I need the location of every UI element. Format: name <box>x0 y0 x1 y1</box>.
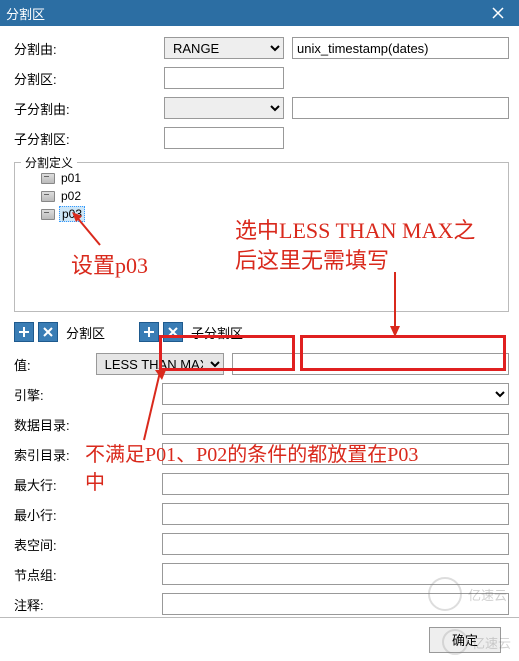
partition-zone-input[interactable] <box>164 67 284 89</box>
partition-tree[interactable]: p01 p02 p03 <box>17 165 506 227</box>
watermark-logo-icon <box>442 629 468 655</box>
close-icon <box>492 7 504 19</box>
value-extra-input[interactable] <box>232 353 509 375</box>
add-partition-button[interactable] <box>14 322 34 342</box>
close-button[interactable] <box>483 0 513 26</box>
min-rows-input[interactable] <box>162 503 509 525</box>
tablespace-input[interactable] <box>162 533 509 555</box>
titlebar: 分割区 <box>0 0 519 26</box>
add-subpartition-button[interactable] <box>139 322 159 342</box>
partition-by-select[interactable]: RANGE <box>164 37 284 59</box>
data-dir-label: 数据目录: <box>14 415 162 434</box>
icons-row: 分割区 子分割区 <box>14 322 509 342</box>
partition-icon <box>41 191 55 202</box>
x-icon <box>42 326 54 338</box>
value-label: 值: <box>14 355 96 374</box>
top-form: 分割由: RANGE 分割区: 子分割由: 子分割区: <box>0 26 519 158</box>
engine-label: 引擎: <box>14 385 162 404</box>
sub-partition-by-label: 子分割由: <box>14 99 164 118</box>
index-dir-input[interactable] <box>162 443 509 465</box>
max-rows-label: 最大行: <box>14 475 162 494</box>
definition-fieldset: 分割定义 p01 p02 p03 <box>14 162 509 312</box>
partition-section-label: 分割区 <box>66 323 105 342</box>
watermark-bottom: 亿速云 <box>442 629 511 655</box>
max-rows-input[interactable] <box>162 473 509 495</box>
nodegroup-label: 节点组: <box>14 565 162 584</box>
tree-item-p02[interactable]: p02 <box>19 187 504 205</box>
engine-select[interactable] <box>162 383 509 405</box>
partition-icon <box>41 209 55 220</box>
partition-by-label: 分割由: <box>14 39 164 58</box>
tree-item-p03[interactable]: p03 <box>19 205 504 223</box>
value-select[interactable]: LESS THAN MAX <box>96 353 224 375</box>
index-dir-label: 索引目录: <box>14 445 162 464</box>
partition-icon <box>41 173 55 184</box>
partition-expr-input[interactable] <box>292 37 509 59</box>
subpartition-section-label: 子分割区 <box>191 323 243 342</box>
sub-partition-zone-label: 子分割区: <box>14 129 164 148</box>
sub-partition-zone-input[interactable] <box>164 127 284 149</box>
data-dir-input[interactable] <box>162 413 509 435</box>
tree-item-p01[interactable]: p01 <box>19 169 504 187</box>
x-icon <box>167 326 179 338</box>
window-title: 分割区 <box>6 4 483 23</box>
comment-label: 注释: <box>14 595 162 614</box>
sub-partition-expr-input[interactable] <box>292 97 509 119</box>
definition-legend: 分割定义 <box>21 154 77 171</box>
partition-zone-label: 分割区: <box>14 69 164 88</box>
delete-subpartition-button[interactable] <box>163 322 183 342</box>
plus-icon <box>143 326 155 338</box>
sub-partition-by-select[interactable] <box>164 97 284 119</box>
tablespace-label: 表空间: <box>14 535 162 554</box>
watermark-logo-icon <box>428 577 462 611</box>
plus-icon <box>18 326 30 338</box>
delete-partition-button[interactable] <box>38 322 58 342</box>
watermark: 亿速云 <box>428 577 507 611</box>
min-rows-label: 最小行: <box>14 505 162 524</box>
